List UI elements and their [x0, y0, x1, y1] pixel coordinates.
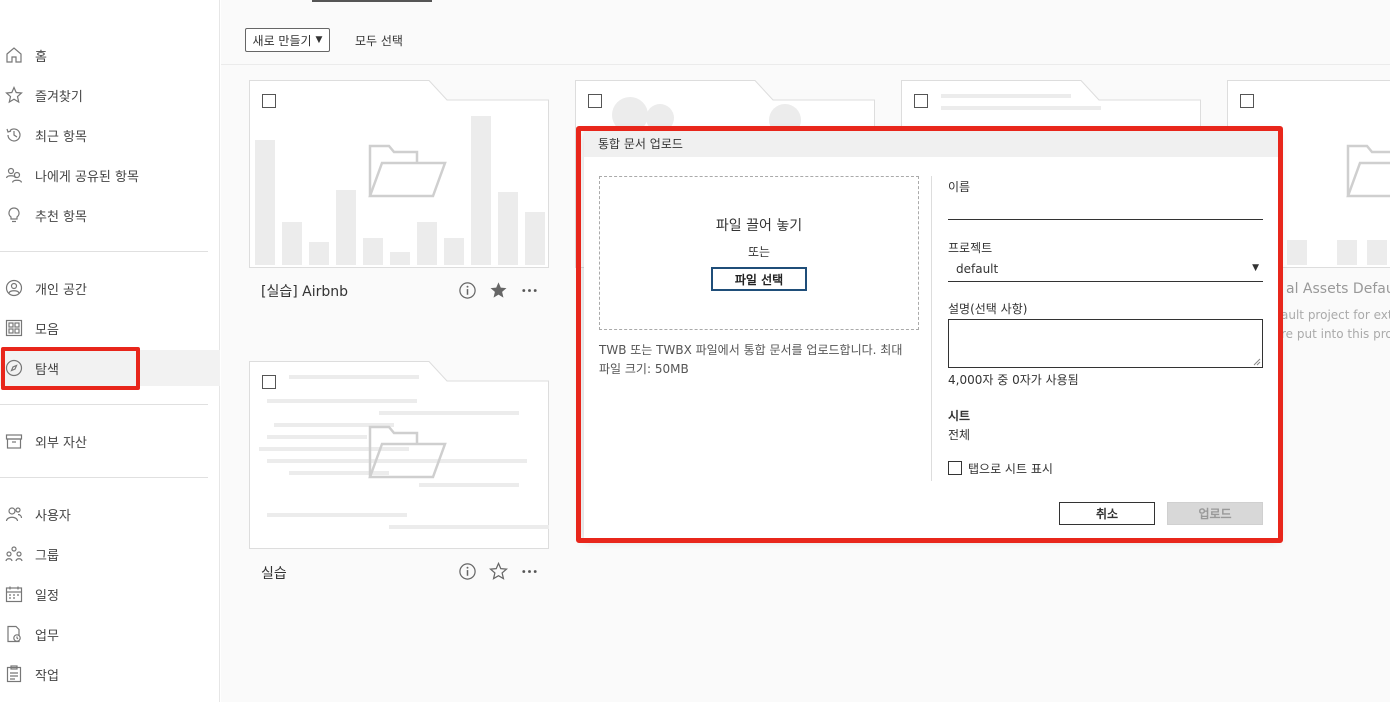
info-icon[interactable]: [458, 562, 477, 581]
collection-icon: [5, 319, 23, 337]
person-icon: [5, 279, 23, 297]
upload-button[interactable]: 업로드: [1167, 502, 1263, 525]
card-checkbox[interactable]: [588, 94, 602, 108]
card-title[interactable]: 실습: [261, 563, 287, 583]
show-sheets-as-tabs-checkbox[interactable]: [948, 461, 962, 475]
project-thumbnail: [249, 80, 549, 268]
name-label: 이름: [948, 180, 971, 194]
dialog-column-divider: [931, 176, 932, 481]
box-icon: [5, 432, 23, 450]
sidebar-divider: [0, 251, 208, 252]
home-icon: [5, 46, 23, 64]
sidebar-item-personal-space[interactable]: 개인 공간: [0, 270, 220, 306]
sidebar-item-label: 그룹: [35, 548, 59, 564]
toolbar-divider: [221, 64, 1390, 65]
sidebar-item-label: 업무: [35, 628, 59, 644]
clipboard-icon: [5, 665, 23, 683]
cancel-button[interactable]: 취소: [1059, 502, 1155, 525]
card-title[interactable]: [실습] Airbnb: [261, 281, 348, 301]
calendar-icon: [5, 585, 23, 603]
project-label: 프로젝트: [948, 241, 993, 255]
project-thumbnail: [249, 361, 549, 549]
star-outline-icon[interactable]: [489, 562, 508, 581]
card-actions: [458, 281, 539, 300]
description-textarea[interactable]: [948, 319, 1263, 368]
card-actions: [458, 562, 539, 581]
project-select[interactable]: default ▼: [948, 258, 1263, 282]
sidebar-item-favorites[interactable]: 즐겨찾기: [0, 77, 220, 113]
project-card[interactable]: [249, 80, 549, 268]
user-icon: [5, 505, 23, 523]
task-icon: [5, 625, 23, 643]
sidebar-item-recommended[interactable]: 추천 항목: [0, 197, 220, 233]
sidebar-item-groups[interactable]: 그룹: [0, 536, 220, 572]
sidebar-item-label: 사용자: [35, 508, 71, 524]
sidebar-item-label: 일정: [35, 588, 59, 604]
info-icon[interactable]: [458, 281, 477, 300]
sheets-value: 전체: [948, 428, 971, 442]
chevron-down-icon: ▼: [315, 35, 323, 45]
card-title[interactable]: al Assets Default: [1286, 281, 1390, 297]
resize-handle-icon[interactable]: [1253, 358, 1261, 366]
shared-users-icon: [5, 166, 23, 184]
sidebar-divider: [0, 477, 208, 478]
file-dropzone[interactable]: 파일 끌어 놓기 또는 파일 선택: [599, 176, 919, 330]
sidebar-item-external-assets[interactable]: 외부 자산: [0, 423, 220, 459]
sidebar-item-label: 즐겨찾기: [35, 89, 83, 105]
project-card[interactable]: [249, 361, 549, 549]
sidebar-item-label: 모음: [35, 322, 59, 338]
more-options-icon[interactable]: [520, 562, 539, 581]
star-icon: [5, 86, 23, 104]
group-icon: [5, 545, 23, 563]
sidebar-item-schedules[interactable]: 일정: [0, 576, 220, 612]
select-all-button[interactable]: 모두 선택: [355, 32, 403, 49]
new-button-label: 새로 만들기: [252, 33, 312, 48]
more-options-icon[interactable]: [520, 281, 539, 300]
active-tab-indicator: [312, 0, 432, 2]
card-checkbox[interactable]: [262, 375, 276, 389]
card-checkbox[interactable]: [1240, 94, 1254, 108]
name-input[interactable]: [948, 196, 1263, 220]
sidebar-divider: [0, 404, 208, 405]
card-checkbox[interactable]: [914, 94, 928, 108]
dropzone-title: 파일 끌어 놓기: [715, 218, 803, 234]
sidebar-item-home[interactable]: 홈: [0, 37, 220, 73]
sidebar-item-jobs[interactable]: 작업: [0, 656, 220, 692]
sheets-label: 시트: [948, 409, 971, 423]
sidebar-item-shared[interactable]: 나에게 공유된 항목: [0, 157, 220, 193]
upload-help-text: TWB 또는 TWBX 파일에서 통합 문서를 업로드합니다. 최대 파일 크기…: [599, 343, 903, 376]
star-filled-icon[interactable]: [489, 281, 508, 300]
sidebar-item-users[interactable]: 사용자: [0, 496, 220, 532]
lightbulb-icon: [5, 206, 23, 224]
card-description: re put into this proje: [1281, 327, 1390, 341]
sidebar-item-collections[interactable]: 모음: [0, 310, 220, 346]
sidebar-item-label: 나에게 공유된 항목: [35, 169, 139, 185]
card-description: ault project for exter: [1281, 308, 1390, 322]
chevron-down-icon: ▼: [1252, 263, 1259, 273]
card-checkbox[interactable]: [262, 94, 276, 108]
character-counter: 4,000자 중 0자가 사용됨: [948, 373, 1079, 387]
sidebar-item-label: 홈: [35, 49, 47, 65]
sidebar-item-label: 개인 공간: [35, 282, 87, 298]
sidebar-item-label: 작업: [35, 668, 59, 684]
dropzone-or-text: 또는: [747, 245, 771, 259]
sidebar-item-tasks[interactable]: 업무: [0, 616, 220, 652]
history-icon: [5, 126, 23, 144]
sidebar-item-recent[interactable]: 최근 항목: [0, 117, 220, 153]
sidebar-item-label: 추천 항목: [35, 209, 87, 225]
show-sheets-as-tabs-label[interactable]: 탭으로 시트 표시: [968, 460, 1053, 477]
project-select-value: default: [956, 262, 999, 276]
app-window: 홈 즐겨찾기 최근 항목 나에게 공유된 항목 추천 항목 개인 공간 모음 탐…: [0, 0, 1390, 702]
dialog-header: 통합 문서 업로드: [584, 131, 1278, 157]
dialog-title: 통합 문서 업로드: [598, 137, 683, 151]
choose-file-button[interactable]: 파일 선택: [711, 267, 807, 291]
sidebar: 홈 즐겨찾기 최근 항목 나에게 공유된 항목 추천 항목 개인 공간 모음 탐…: [0, 0, 220, 702]
explore-highlight-box: [1, 347, 140, 390]
sidebar-item-label: 외부 자산: [35, 435, 87, 451]
description-label: 설명(선택 사항): [948, 302, 1028, 316]
new-button[interactable]: 새로 만들기 ▼: [245, 28, 330, 52]
upload-workbook-dialog: 통합 문서 업로드 파일 끌어 놓기 또는 파일 선택 TWB 또는 TWBX …: [584, 131, 1278, 538]
sidebar-item-label: 최근 항목: [35, 129, 87, 145]
